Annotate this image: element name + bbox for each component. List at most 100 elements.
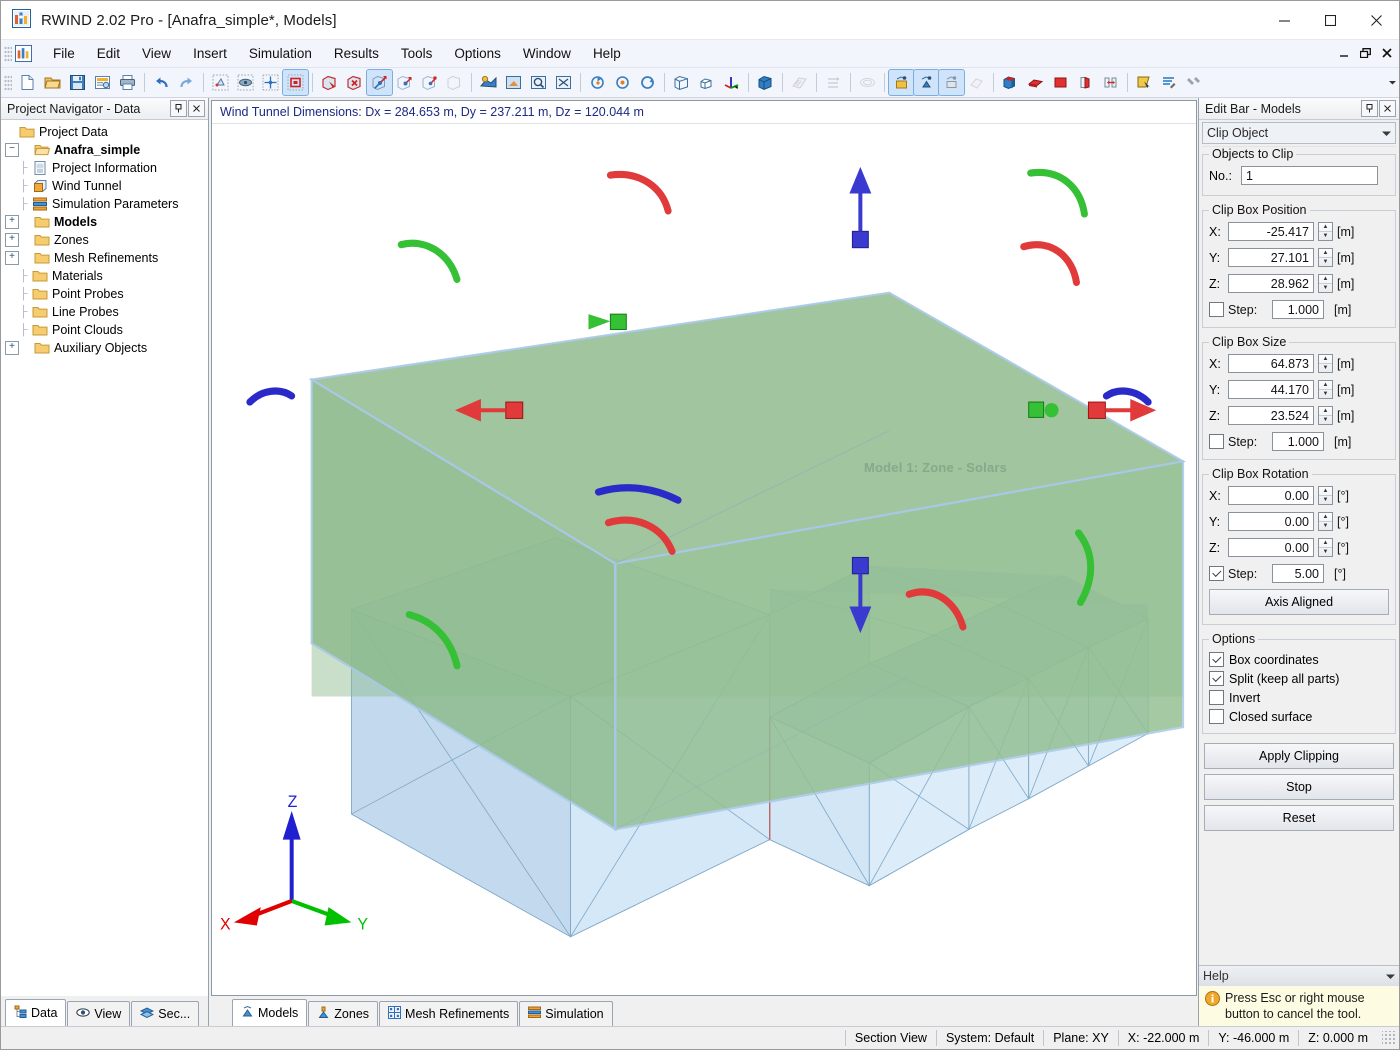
menu-item-edit[interactable]: Edit xyxy=(86,42,131,65)
clip-split-button[interactable] xyxy=(1098,70,1123,95)
gizmo-arrow-y-back[interactable] xyxy=(588,314,626,329)
menu-item-window[interactable]: Window xyxy=(512,42,582,65)
minimize-button[interactable] xyxy=(1261,1,1307,39)
tree-item-project-data[interactable]: Project Data xyxy=(1,123,208,141)
menu-drag-grip[interactable] xyxy=(4,46,12,62)
position-step-input[interactable]: 1.000 xyxy=(1272,300,1324,319)
pick-object-button[interactable] xyxy=(317,70,342,95)
stop-button[interactable]: Stop xyxy=(1204,774,1394,800)
menu-item-tools[interactable]: Tools xyxy=(390,42,444,65)
mdi-close-button[interactable] xyxy=(1382,47,1392,60)
delete-object-button[interactable] xyxy=(342,70,367,95)
position-z-input[interactable]: 28.962 xyxy=(1228,274,1314,293)
position-y-spinner[interactable]: ▲▼ xyxy=(1318,248,1333,267)
invert-checkbox[interactable] xyxy=(1209,690,1224,705)
axis-aligned-button[interactable]: Axis Aligned xyxy=(1209,589,1389,615)
box-coordinates-checkbox[interactable] xyxy=(1209,652,1224,667)
size-z-spinner[interactable]: ▲▼ xyxy=(1318,406,1333,425)
tree-item-models[interactable]: + Models xyxy=(1,213,208,231)
menu-item-options[interactable]: Options xyxy=(443,42,512,65)
rotation-step-input[interactable]: 5.00 xyxy=(1272,564,1324,583)
size-step-checkbox[interactable] xyxy=(1209,434,1224,449)
position-z-spinner[interactable]: ▲▼ xyxy=(1318,274,1333,293)
size-y-input[interactable]: 44.170 xyxy=(1228,380,1314,399)
zoom-fit-button[interactable] xyxy=(551,70,576,95)
resize-grip[interactable] xyxy=(1382,1031,1396,1045)
clip-object-button[interactable] xyxy=(998,70,1023,95)
rotation-y-input[interactable]: 0.00 xyxy=(1228,512,1314,531)
rotation-step-checkbox[interactable] xyxy=(1209,566,1224,581)
apply-clipping-button[interactable]: Apply Clipping xyxy=(1204,743,1394,769)
menu-item-results[interactable]: Results xyxy=(323,42,390,65)
tree-item-point-probes[interactable]: ├ Point Probes xyxy=(1,285,208,303)
toolbar-overflow-button[interactable] xyxy=(1386,78,1399,87)
tab-view[interactable]: View xyxy=(67,1001,130,1026)
tab-mesh-refinements[interactable]: Mesh Refinements xyxy=(379,1001,518,1026)
render-mode-button[interactable] xyxy=(476,70,501,95)
flow-lines-button[interactable] xyxy=(821,70,846,95)
select-visual-button[interactable] xyxy=(233,70,258,95)
rotation-z-spinner[interactable]: ▲▼ xyxy=(1318,538,1333,557)
rotate-view-button[interactable] xyxy=(635,70,660,95)
gizmo-arrow-z-up[interactable] xyxy=(849,167,871,248)
help-header[interactable]: Help xyxy=(1199,965,1399,986)
options-tool-button[interactable] xyxy=(1182,70,1207,95)
expand-expander[interactable]: + xyxy=(5,215,19,229)
zoom-area-button[interactable] xyxy=(526,70,551,95)
show-probes-button[interactable] xyxy=(964,70,989,95)
clip-object-selector[interactable]: Clip Object xyxy=(1202,122,1396,144)
edit-bar-close-button[interactable] xyxy=(1379,100,1396,117)
scale-gizmo-button[interactable] xyxy=(417,70,442,95)
toolbar-drag-grip[interactable] xyxy=(4,75,12,91)
transparency-button[interactable] xyxy=(787,70,812,95)
print-button[interactable] xyxy=(115,70,140,95)
closed-surface-checkbox[interactable] xyxy=(1209,709,1224,724)
print-preview-button[interactable] xyxy=(90,70,115,95)
position-step-checkbox[interactable] xyxy=(1209,302,1224,317)
position-x-spinner[interactable]: ▲▼ xyxy=(1318,222,1333,241)
edit-bar-pin-button[interactable] xyxy=(1361,100,1378,117)
size-x-spinner[interactable]: ▲▼ xyxy=(1318,354,1333,373)
tree-item-line-probes[interactable]: ├ Line Probes xyxy=(1,303,208,321)
size-z-input[interactable]: 23.524 xyxy=(1228,406,1314,425)
rotation-x-input[interactable]: 0.00 xyxy=(1228,486,1314,505)
rotation-y-spinner[interactable]: ▲▼ xyxy=(1318,512,1333,531)
view-iso-button[interactable] xyxy=(669,70,694,95)
option-invert[interactable]: Invert xyxy=(1209,688,1389,707)
menu-item-simulation[interactable]: Simulation xyxy=(238,42,323,65)
new-file-button[interactable] xyxy=(15,70,40,95)
clip-plane-red-button[interactable] xyxy=(1023,70,1048,95)
tree-item-mesh-refinements[interactable]: + Mesh Refinements xyxy=(1,249,208,267)
show-zones-button[interactable] xyxy=(914,70,939,95)
split-checkbox[interactable] xyxy=(1209,671,1224,686)
menu-item-file[interactable]: File xyxy=(42,42,86,65)
status-plane[interactable]: Plane: XY xyxy=(1043,1030,1118,1046)
position-y-input[interactable]: 27.101 xyxy=(1228,248,1314,267)
move-gizmo-button[interactable] xyxy=(367,70,392,95)
option-box-coordinates[interactable]: Box coordinates xyxy=(1209,650,1389,669)
navigator-pin-button[interactable] xyxy=(170,100,187,117)
tree-item-project-information[interactable]: ├ Project Information xyxy=(1,159,208,177)
rotate-center-button[interactable] xyxy=(610,70,635,95)
size-x-input[interactable]: 64.873 xyxy=(1228,354,1314,373)
gizmo-arrow-y-front[interactable] xyxy=(1029,402,1059,417)
tree-item-materials[interactable]: ├ Materials xyxy=(1,267,208,285)
redo-button[interactable] xyxy=(174,70,199,95)
mirror-gizmo-button[interactable] xyxy=(442,70,467,95)
status-section-view[interactable]: Section View xyxy=(845,1030,936,1046)
close-button[interactable] xyxy=(1353,1,1399,39)
rotation-x-spinner[interactable]: ▲▼ xyxy=(1318,486,1333,505)
clip-square-button[interactable] xyxy=(1048,70,1073,95)
expand-expander[interactable]: + xyxy=(5,341,19,355)
section-plane-button[interactable] xyxy=(855,70,880,95)
zoom-window-button[interactable] xyxy=(501,70,526,95)
tree-item-point-clouds[interactable]: ├ Point Clouds xyxy=(1,321,208,339)
maximize-button[interactable] xyxy=(1307,1,1353,39)
tree-item-simulation-parameters[interactable]: ├ Simulation Parameters xyxy=(1,195,208,213)
reset-button[interactable]: Reset xyxy=(1204,805,1394,831)
expand-expander[interactable]: + xyxy=(5,233,19,247)
show-mesh-button[interactable] xyxy=(939,70,964,95)
select-rubber-button[interactable] xyxy=(208,70,233,95)
measure-tool-button[interactable] xyxy=(1132,70,1157,95)
expand-expander[interactable]: + xyxy=(5,251,19,265)
